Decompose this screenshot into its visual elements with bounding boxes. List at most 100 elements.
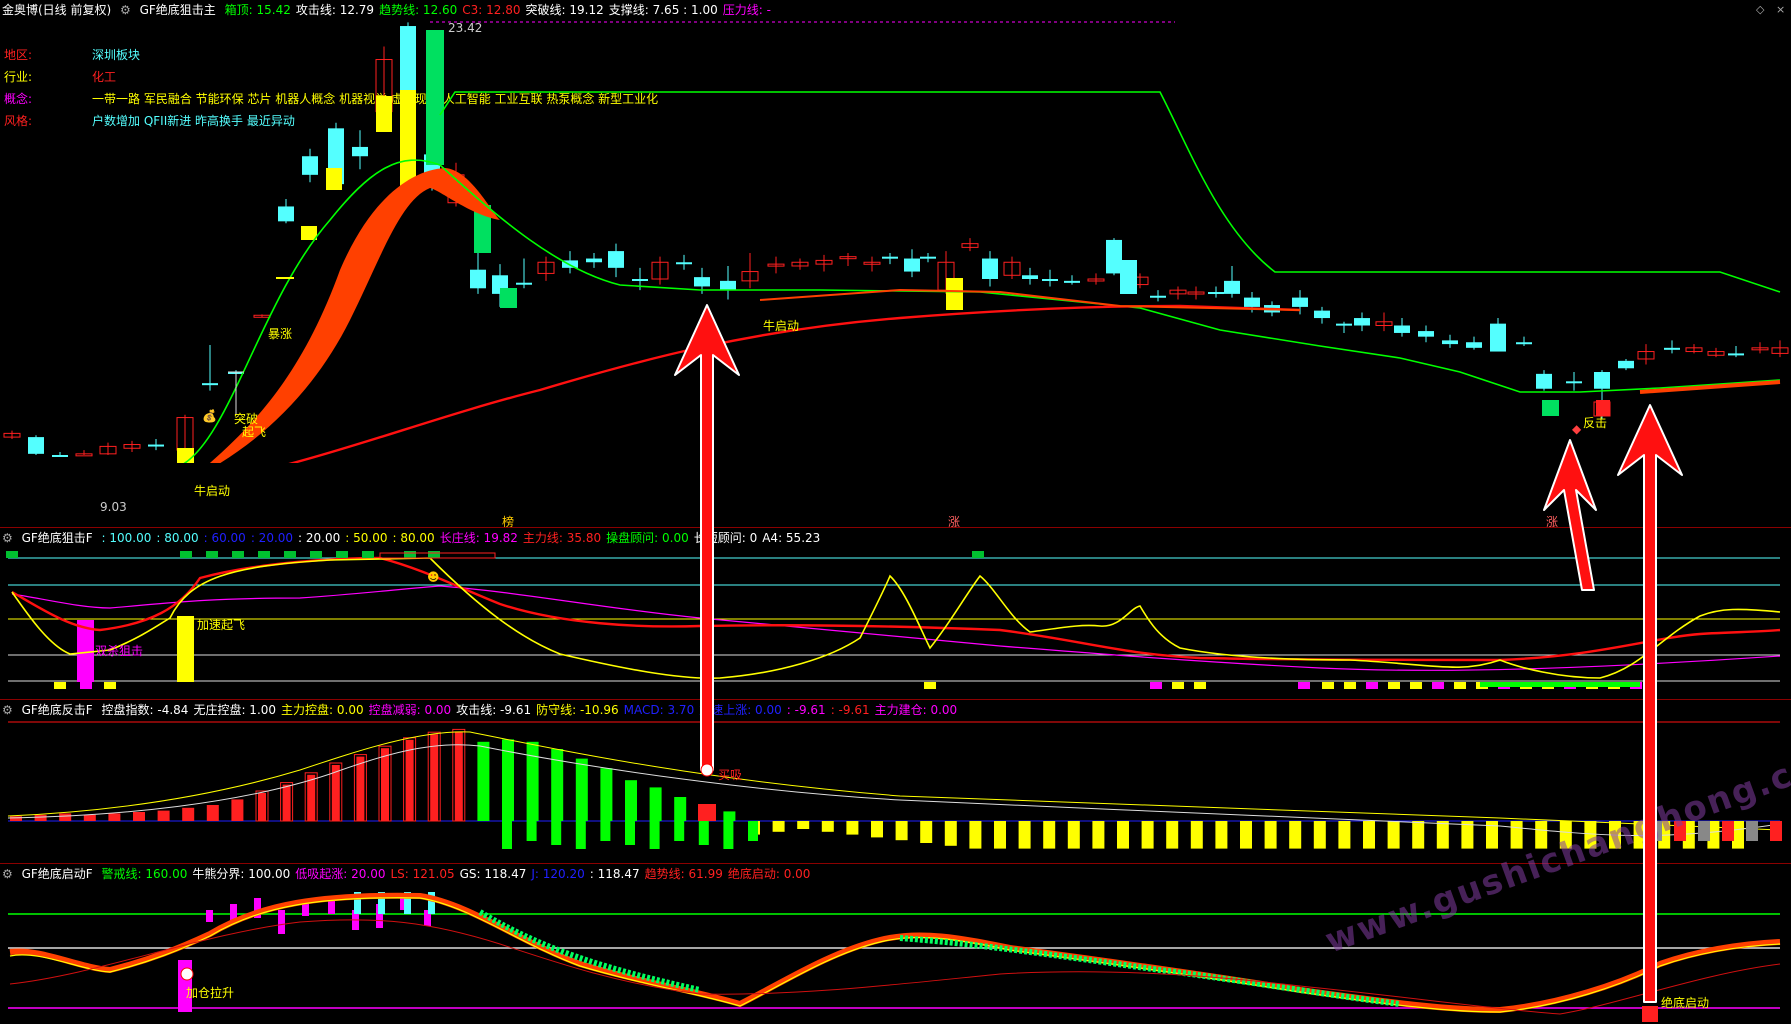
candle-body bbox=[1208, 292, 1224, 295]
macd-bar bbox=[108, 813, 121, 821]
macd-bar bbox=[1067, 821, 1080, 849]
macd-bar bbox=[206, 805, 219, 821]
top-marker bbox=[284, 551, 296, 558]
candle-body bbox=[1664, 347, 1680, 350]
top-marker bbox=[206, 551, 218, 558]
counter-panel[interactable]: ⚙ GF绝底反击F 控盘指数: -4.84 无庄控盘: 1.00 主力控盘: 0.0… bbox=[0, 699, 1791, 863]
macd-bar bbox=[1412, 821, 1425, 849]
top-bar bbox=[206, 910, 213, 922]
macd-bar bbox=[59, 813, 72, 821]
macd-bar bbox=[1436, 821, 1449, 849]
macd-neg-bar bbox=[526, 821, 537, 841]
top-marker bbox=[258, 551, 270, 558]
macd-bar bbox=[1190, 821, 1203, 849]
candle-body bbox=[1354, 318, 1370, 326]
macd-neg-bar bbox=[723, 821, 734, 849]
macd-bar bbox=[969, 821, 982, 849]
macd-bar bbox=[920, 821, 933, 843]
main-chart-panel[interactable]: 金奥博(日线 前复权) ⚙ GF绝底狙击主 箱顶: 15.42 攻击线: 12.7… bbox=[0, 0, 1791, 529]
bull-start-label-2: 牛启动 bbox=[763, 319, 800, 333]
top-marker bbox=[180, 551, 192, 558]
recent-bar bbox=[1746, 821, 1758, 841]
top-bar bbox=[302, 904, 309, 916]
candle-body bbox=[1042, 279, 1058, 281]
signal-candle bbox=[500, 288, 517, 308]
candle-body bbox=[202, 383, 218, 386]
macd-neg-bar bbox=[575, 821, 586, 849]
macd-bar bbox=[231, 799, 244, 821]
macd-bar-fill bbox=[430, 734, 439, 821]
sniper-panel[interactable]: ⚙ GF绝底狙击F : 100.00: 80.00: 60.00: 20.00:… bbox=[0, 527, 1791, 699]
accelerate-bar bbox=[177, 616, 194, 682]
moneybag-icon: 💰 bbox=[202, 409, 217, 423]
macd-bar bbox=[821, 821, 834, 832]
macd-bar bbox=[1363, 821, 1375, 849]
signal-strip bbox=[1480, 682, 1640, 687]
top-marker bbox=[232, 551, 244, 558]
top-bar bbox=[278, 910, 285, 934]
macd-bar bbox=[83, 814, 96, 821]
counter-chart bbox=[7, 721, 1782, 849]
macd-bar bbox=[1387, 821, 1400, 849]
gem-icon: ◆ bbox=[1572, 422, 1582, 436]
macd-bar bbox=[994, 821, 1006, 849]
recent-bar bbox=[1722, 821, 1734, 841]
signal-square bbox=[1150, 682, 1162, 689]
macd-bar bbox=[1215, 821, 1228, 849]
signal-candle bbox=[946, 278, 963, 310]
buy-bar bbox=[698, 804, 716, 821]
candle-body bbox=[1728, 353, 1744, 356]
top-marker bbox=[362, 551, 374, 558]
macd-bar bbox=[575, 758, 588, 821]
macd-bar bbox=[526, 741, 539, 821]
launch-panel[interactable]: ⚙ GF绝底启动F 警戒线: 160.00 牛熊分界: 100.00 低吸起涨: 2… bbox=[0, 733, 1791, 1023]
macd-bar bbox=[10, 816, 22, 821]
bottom-start-bar bbox=[1642, 1006, 1658, 1022]
buy-label: 买吸 bbox=[718, 768, 743, 782]
candle-body bbox=[586, 258, 602, 263]
candle-body bbox=[982, 258, 998, 279]
macd-bar-fill bbox=[405, 739, 414, 821]
macd-bar bbox=[846, 821, 859, 835]
macd-bar bbox=[1289, 821, 1302, 849]
macd-neg-bar bbox=[502, 821, 512, 849]
candle-body bbox=[676, 262, 692, 265]
c3-line-tail bbox=[1639, 380, 1781, 394]
candlestick-chart bbox=[3, 21, 1789, 463]
top-marker bbox=[336, 551, 348, 558]
counter-label: 反击 bbox=[1583, 416, 1608, 430]
candle-body bbox=[1466, 342, 1482, 348]
macd-bar bbox=[157, 810, 170, 821]
defense-line bbox=[7, 731, 1781, 831]
candle-body bbox=[1244, 297, 1260, 307]
candle-body bbox=[1064, 280, 1080, 283]
macd-bar bbox=[1092, 821, 1105, 849]
macd-bar bbox=[1043, 821, 1056, 849]
top-marker bbox=[972, 551, 984, 558]
add-position-label: 加仓拉升 bbox=[186, 986, 235, 1000]
macd-bar-fill bbox=[307, 774, 316, 821]
signal-candle bbox=[1120, 260, 1137, 294]
candle-body bbox=[882, 256, 898, 259]
macd-neg-bar bbox=[600, 821, 611, 841]
macd-bar bbox=[1141, 821, 1154, 849]
kdj-ribbon bbox=[9, 892, 1781, 1014]
signal-square bbox=[1366, 682, 1378, 689]
macd-bar bbox=[674, 797, 687, 821]
c3-line bbox=[288, 304, 1301, 463]
macd-bar-fill bbox=[381, 748, 389, 821]
signal-square bbox=[1172, 682, 1184, 689]
macd-bar bbox=[1338, 821, 1351, 849]
candle-body bbox=[694, 277, 710, 287]
long-dealer-line bbox=[11, 585, 1781, 671]
macd-bar bbox=[1240, 821, 1252, 849]
macd-bar bbox=[34, 814, 47, 821]
macd-bar bbox=[133, 812, 145, 821]
candle-body bbox=[1594, 372, 1610, 389]
signal-square bbox=[924, 682, 936, 689]
candle-body bbox=[920, 256, 936, 259]
candle-body bbox=[1618, 360, 1634, 369]
main-force-line bbox=[11, 556, 1781, 662]
candle-body bbox=[1566, 381, 1582, 384]
candle-body bbox=[352, 146, 368, 157]
